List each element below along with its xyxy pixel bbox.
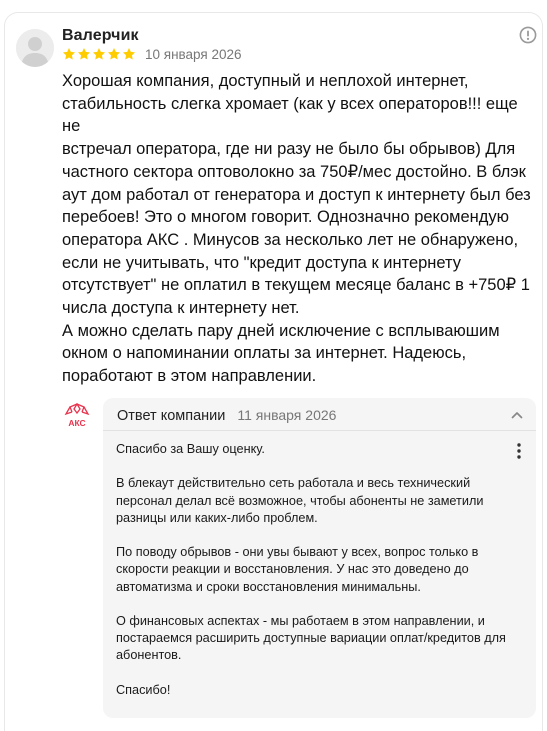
user-avatar[interactable] xyxy=(16,29,54,67)
user-silhouette-icon xyxy=(16,29,54,67)
rating-stars xyxy=(62,47,136,63)
reply-body: Спасибо за Вашу оценку. В блекаут действ… xyxy=(116,441,511,716)
review-author-name[interactable]: Валерчик xyxy=(62,27,139,45)
company-logo[interactable]: АКС xyxy=(62,401,92,431)
info-circle-icon xyxy=(519,26,537,44)
review-date: 10 января 2026 xyxy=(145,47,242,62)
star-icon xyxy=(107,48,121,60)
company-reply: Ответ компании 11 января 2026 Спасибо за… xyxy=(103,398,536,718)
reply-title: Ответ компании xyxy=(117,408,226,424)
company-logo-text: АКС xyxy=(68,418,85,428)
star-icon xyxy=(92,48,106,60)
star-icon xyxy=(122,48,136,60)
more-vertical-icon xyxy=(517,443,521,459)
reply-paragraph: О финансовых аспектах - мы работаем в эт… xyxy=(116,613,506,663)
reply-divider xyxy=(103,430,536,431)
reply-date: 11 января 2026 xyxy=(237,407,337,423)
star-icon xyxy=(77,48,91,60)
report-button[interactable] xyxy=(519,26,537,44)
star-icon xyxy=(62,48,76,60)
reply-header[interactable]: Ответ компании 11 января 2026 xyxy=(117,407,336,424)
collapse-reply-button[interactable] xyxy=(510,408,524,422)
reply-paragraph: Спасибо за Вашу оценку. xyxy=(116,442,265,456)
review-text: Хорошая компания, доступный и неплохой и… xyxy=(62,72,531,386)
chevron-up-icon xyxy=(511,412,523,419)
reply-more-button[interactable] xyxy=(513,442,525,460)
reply-paragraph: По поводу обрывов - они увы бывают у все… xyxy=(116,545,479,594)
reply-paragraph: В блекаут действительно сеть работала и … xyxy=(116,476,484,525)
company-logo-mark: АКС xyxy=(64,402,90,428)
reply-paragraph: Спасибо! xyxy=(116,682,171,697)
